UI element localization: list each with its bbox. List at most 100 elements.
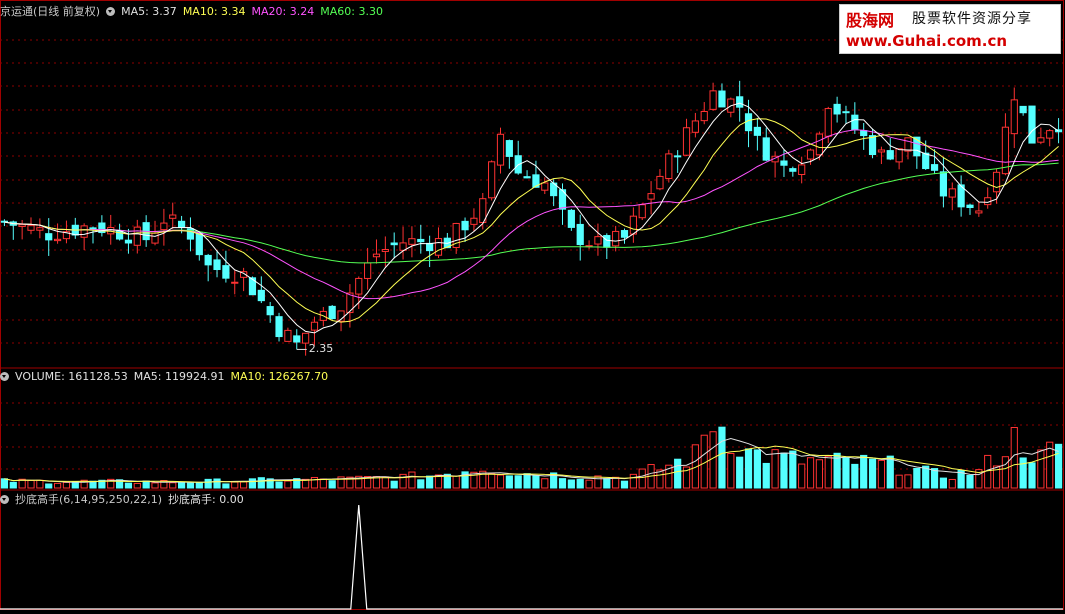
candle-body bbox=[36, 227, 44, 231]
candle-body bbox=[691, 120, 699, 133]
volume-bar bbox=[877, 459, 886, 489]
candle-body bbox=[53, 238, 62, 242]
volume-bar bbox=[860, 454, 868, 489]
candle-body bbox=[895, 148, 903, 163]
candle-body bbox=[647, 193, 655, 200]
ma5-line bbox=[4, 102, 1059, 334]
candle-body bbox=[213, 259, 221, 271]
volume-bar bbox=[222, 483, 230, 489]
volume-bar bbox=[488, 473, 496, 489]
candle-body bbox=[842, 111, 850, 114]
candle-body bbox=[266, 306, 274, 316]
candle-body bbox=[151, 232, 159, 244]
volume-bar bbox=[532, 475, 540, 489]
candle-body bbox=[904, 137, 912, 152]
candle-body bbox=[603, 235, 611, 248]
volume-bar bbox=[328, 480, 336, 489]
candle-body bbox=[806, 149, 815, 160]
candle-body bbox=[674, 155, 682, 158]
volume-bar bbox=[1019, 457, 1027, 489]
volume-bar bbox=[603, 478, 611, 489]
volume-bar bbox=[744, 448, 753, 489]
indicator-readout: 抄底高手: 0.00 bbox=[168, 493, 244, 506]
candle-body bbox=[948, 188, 956, 198]
volume-bar bbox=[36, 479, 44, 489]
candle-body bbox=[753, 126, 761, 136]
watermark-brand: 股海网 bbox=[846, 11, 895, 30]
candle-body bbox=[1010, 99, 1018, 135]
price-header: 京运通(日线 前复权) MA5: 3.37 MA10: 3.34 MA20: 3… bbox=[0, 3, 383, 19]
volume-bar bbox=[505, 475, 513, 489]
volume-bar bbox=[868, 458, 877, 489]
ma10-readout: MA10: 3.34 bbox=[182, 4, 246, 18]
volume-bar bbox=[806, 457, 815, 489]
candle-body bbox=[124, 239, 133, 244]
candle-body bbox=[815, 133, 823, 156]
volume-bar bbox=[939, 477, 948, 489]
candle-body bbox=[310, 321, 319, 331]
dropdown-icon[interactable] bbox=[106, 6, 116, 16]
volume-bar bbox=[789, 450, 797, 489]
volume-bar bbox=[186, 482, 195, 489]
volume-bar bbox=[151, 482, 159, 489]
candle-body bbox=[461, 220, 469, 231]
candle-body bbox=[851, 114, 859, 131]
volume-bar bbox=[523, 473, 531, 489]
volume-bar bbox=[966, 474, 974, 489]
volume-bar bbox=[53, 482, 62, 489]
candle-body bbox=[1019, 105, 1027, 114]
volume-bar bbox=[656, 469, 664, 489]
stock-chart[interactable]: 京运通(日线 前复权) MA5: 3.37 MA10: 3.34 MA20: 3… bbox=[0, 0, 1065, 611]
volume-bar bbox=[567, 479, 575, 489]
volume-bar bbox=[213, 478, 221, 489]
candle-body bbox=[204, 254, 212, 266]
candle-body bbox=[868, 135, 877, 156]
volume-bar bbox=[195, 482, 203, 489]
volume-bar bbox=[275, 481, 283, 489]
candle-body bbox=[372, 253, 381, 258]
watermark-logo: 股海网 股票软件资源分享 www.Guhai.com.cn bbox=[839, 4, 1061, 54]
candle-body bbox=[45, 233, 53, 241]
volume-dropdown-icon[interactable] bbox=[0, 372, 9, 381]
candle-body bbox=[293, 335, 301, 343]
volume-bar bbox=[177, 482, 186, 489]
candle-body bbox=[257, 289, 265, 302]
volume-bar bbox=[231, 481, 239, 489]
candle-body bbox=[629, 215, 637, 235]
indicator-dropdown-icon[interactable] bbox=[0, 494, 9, 504]
volume-bar bbox=[851, 463, 859, 489]
volume-bar bbox=[576, 478, 584, 489]
candle-body bbox=[275, 316, 283, 338]
candle-body bbox=[966, 204, 974, 209]
candle-body bbox=[736, 96, 744, 108]
volume-bar bbox=[948, 478, 956, 489]
candle-body bbox=[381, 248, 389, 252]
volume-bar bbox=[514, 475, 522, 489]
candle-body bbox=[1046, 130, 1054, 139]
candle-body bbox=[496, 133, 505, 166]
volume-bar bbox=[27, 479, 35, 489]
volume-bar bbox=[390, 480, 398, 489]
volume-bar bbox=[922, 465, 930, 489]
candle-body bbox=[833, 103, 841, 115]
candle-body bbox=[744, 113, 753, 132]
stock-name: 京运通(日线 前复权) bbox=[0, 5, 101, 18]
volume-bar bbox=[895, 474, 903, 489]
low-price-label: 2.35 bbox=[308, 342, 334, 356]
watermark-tagline: 股票软件资源分享 bbox=[912, 11, 1032, 27]
candle-body bbox=[355, 277, 363, 295]
candle-body bbox=[656, 175, 664, 190]
candle-body bbox=[107, 227, 115, 235]
volume-bar bbox=[930, 468, 939, 489]
stock-chart-svg[interactable] bbox=[0, 0, 1065, 611]
candle-body bbox=[27, 225, 35, 231]
candle-body bbox=[922, 152, 930, 170]
candle-body bbox=[682, 127, 691, 156]
volume-bar bbox=[240, 481, 248, 489]
volume-bar bbox=[558, 478, 567, 489]
volume-bar bbox=[541, 478, 549, 489]
volume-bar bbox=[727, 452, 735, 489]
volume-bar bbox=[718, 426, 726, 489]
watermark-url: www.Guhai.com.cn bbox=[846, 32, 1008, 50]
volume-bar bbox=[204, 478, 212, 489]
